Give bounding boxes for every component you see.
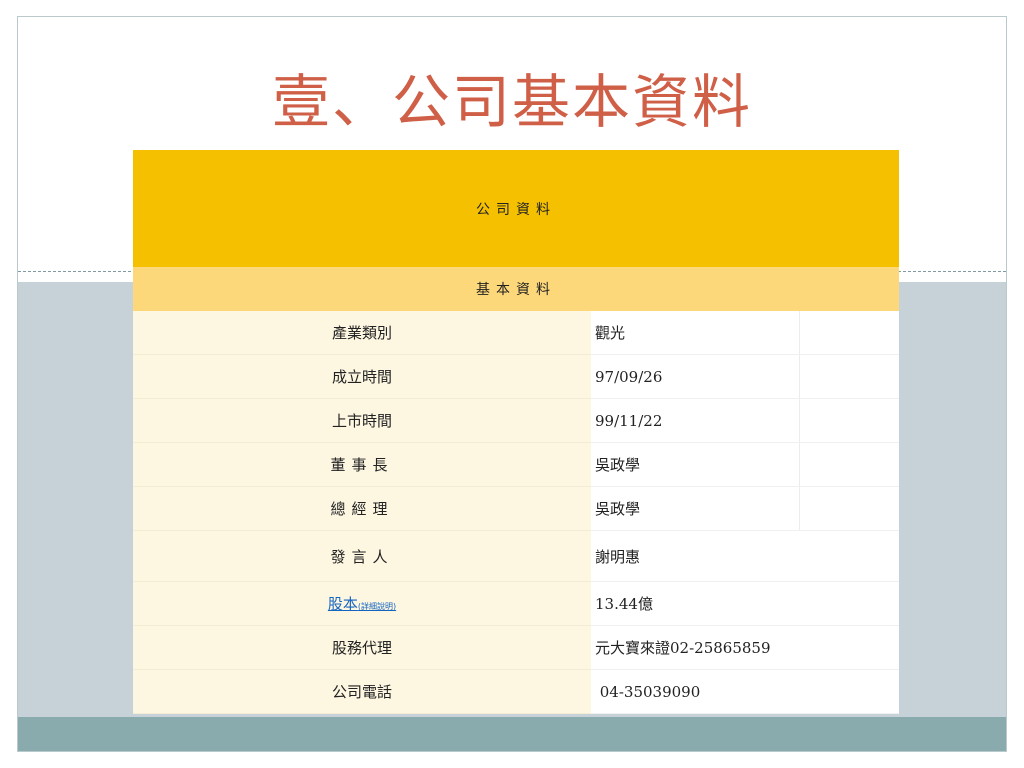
- row-extra-cell: [798, 486, 900, 531]
- row-value: 吳政學: [591, 486, 799, 531]
- row-value: 謝明惠: [591, 530, 900, 582]
- row-label: 總經理: [133, 486, 591, 531]
- table-row: 公司電話 04-35039090: [133, 669, 900, 714]
- table-header-row: 公司資料: [133, 150, 900, 267]
- row-label: 產業類別: [133, 311, 591, 355]
- table-row: 上市時間 99/11/22: [133, 398, 900, 443]
- row-value: 觀光: [591, 311, 799, 355]
- row-extra-cell: [798, 442, 900, 487]
- row-extra-cell: [798, 354, 900, 399]
- row-value: 99/11/22: [591, 398, 799, 443]
- table-row: 總經理 吳政學: [133, 486, 900, 531]
- company-info-table: 公司資料 基本資料 產業類別 觀光 成立時間 97/09/26 上市時間 99/…: [133, 150, 900, 714]
- capital-link-label: 股本: [327, 595, 358, 613]
- row-value: 04-35039090: [591, 669, 900, 714]
- table-row: 發言人 謝明惠: [133, 530, 900, 582]
- table-header-main: 公司資料: [133, 150, 900, 267]
- row-label: 成立時間: [133, 354, 591, 399]
- table-subheader-row: 基本資料: [133, 267, 900, 311]
- row-value: 13.44億: [591, 581, 900, 626]
- row-extra-cell: [798, 311, 900, 355]
- row-label: 發言人: [133, 530, 591, 582]
- row-extra-cell: [798, 398, 900, 443]
- table-row: 成立時間 97/09/26: [133, 354, 900, 399]
- table-row: 產業類別 觀光: [133, 311, 900, 355]
- table-header-sub: 基本資料: [133, 267, 900, 311]
- row-label: 上市時間: [133, 398, 591, 443]
- row-value: 97/09/26: [591, 354, 799, 399]
- row-value: 元大寶來證02-25865859: [591, 625, 900, 670]
- footer-band: [18, 717, 1006, 751]
- row-label: 股本(詳細說明): [133, 581, 591, 626]
- table-row: 股務代理 元大寶來證02-25865859: [133, 625, 900, 670]
- table-row: 股本(詳細說明) 13.44億: [133, 581, 900, 626]
- capital-link[interactable]: 股本(詳細說明): [328, 595, 396, 613]
- row-label: 股務代理: [133, 625, 591, 670]
- capital-link-note: (詳細說明): [357, 602, 397, 611]
- row-value: 吳政學: [591, 442, 799, 487]
- page-title: 壹、公司基本資料: [271, 68, 752, 136]
- table-row: 董事長 吳政學: [133, 442, 900, 487]
- row-label: 董事長: [133, 442, 591, 487]
- row-label: 公司電話: [133, 669, 591, 714]
